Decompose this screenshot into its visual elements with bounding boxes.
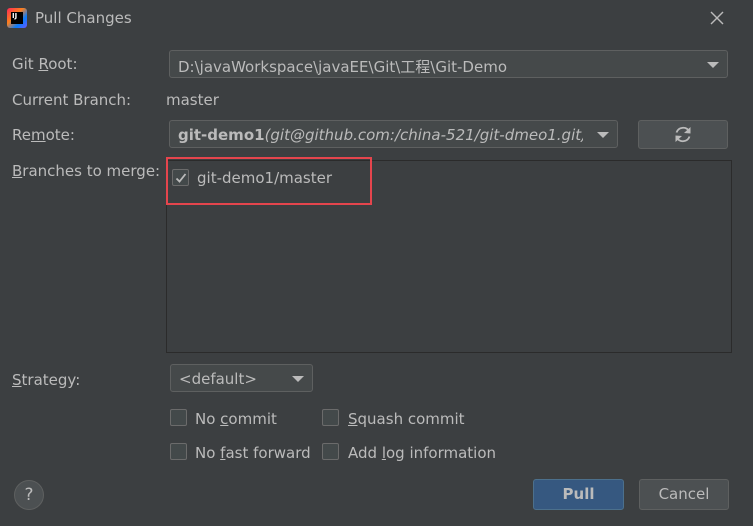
strategy-label: Strategy: <box>12 371 81 389</box>
remote-select[interactable]: git-demo1(git@github.com:/china-521/git-… <box>169 120 618 148</box>
squash-commit-checkbox[interactable] <box>322 409 339 426</box>
git-root-value: D:\javaWorkspace\javaEE\Git\工程\Git-Demo <box>178 58 507 76</box>
no-commit-checkbox[interactable] <box>170 409 187 426</box>
highlight-box <box>166 157 372 205</box>
strategy-select[interactable]: <default> <box>170 364 313 392</box>
no-fast-forward-checkbox[interactable] <box>170 443 187 460</box>
help-button[interactable]: ? <box>14 480 44 510</box>
chevron-down-icon <box>707 62 719 68</box>
chevron-down-icon <box>597 132 609 138</box>
close-icon <box>710 11 724 25</box>
chevron-down-icon <box>292 376 304 382</box>
remote-name: git-demo1 <box>178 126 265 144</box>
git-root-select[interactable]: D:\javaWorkspace\javaEE\Git\工程\Git-Demo <box>169 50 728 78</box>
current-branch-label: Current Branch: <box>12 91 132 109</box>
intellij-idea-icon: IJ <box>7 8 27 28</box>
title-bar: IJ Pull Changes <box>0 0 753 38</box>
add-log-label: Add log information <box>348 444 497 462</box>
branches-label: Branches to merge: <box>12 162 161 180</box>
current-branch-value: master <box>166 91 219 109</box>
remote-url: (git@github.com:/china-521/git-dmeo1.git… <box>264 126 583 144</box>
window-title: Pull Changes <box>35 9 132 27</box>
squash-commit-label: Squash commit <box>348 410 465 428</box>
refresh-remotes-button[interactable] <box>638 120 728 149</box>
no-fast-forward-label: No fast forward <box>195 444 311 462</box>
refresh-icon <box>675 126 691 143</box>
add-log-checkbox[interactable] <box>322 443 339 460</box>
remote-label: Remote: <box>12 126 75 144</box>
remote-value: git-demo1(git@github.com:/china-521/git-… <box>178 126 583 144</box>
git-root-label: Git Root: <box>12 55 78 73</box>
cancel-button[interactable]: Cancel <box>639 479 729 510</box>
pull-button[interactable]: Pull <box>533 479 624 510</box>
help-icon: ? <box>24 485 34 505</box>
strategy-value: <default> <box>179 370 257 388</box>
no-commit-label: No commit <box>195 410 277 428</box>
close-button[interactable] <box>702 6 730 32</box>
